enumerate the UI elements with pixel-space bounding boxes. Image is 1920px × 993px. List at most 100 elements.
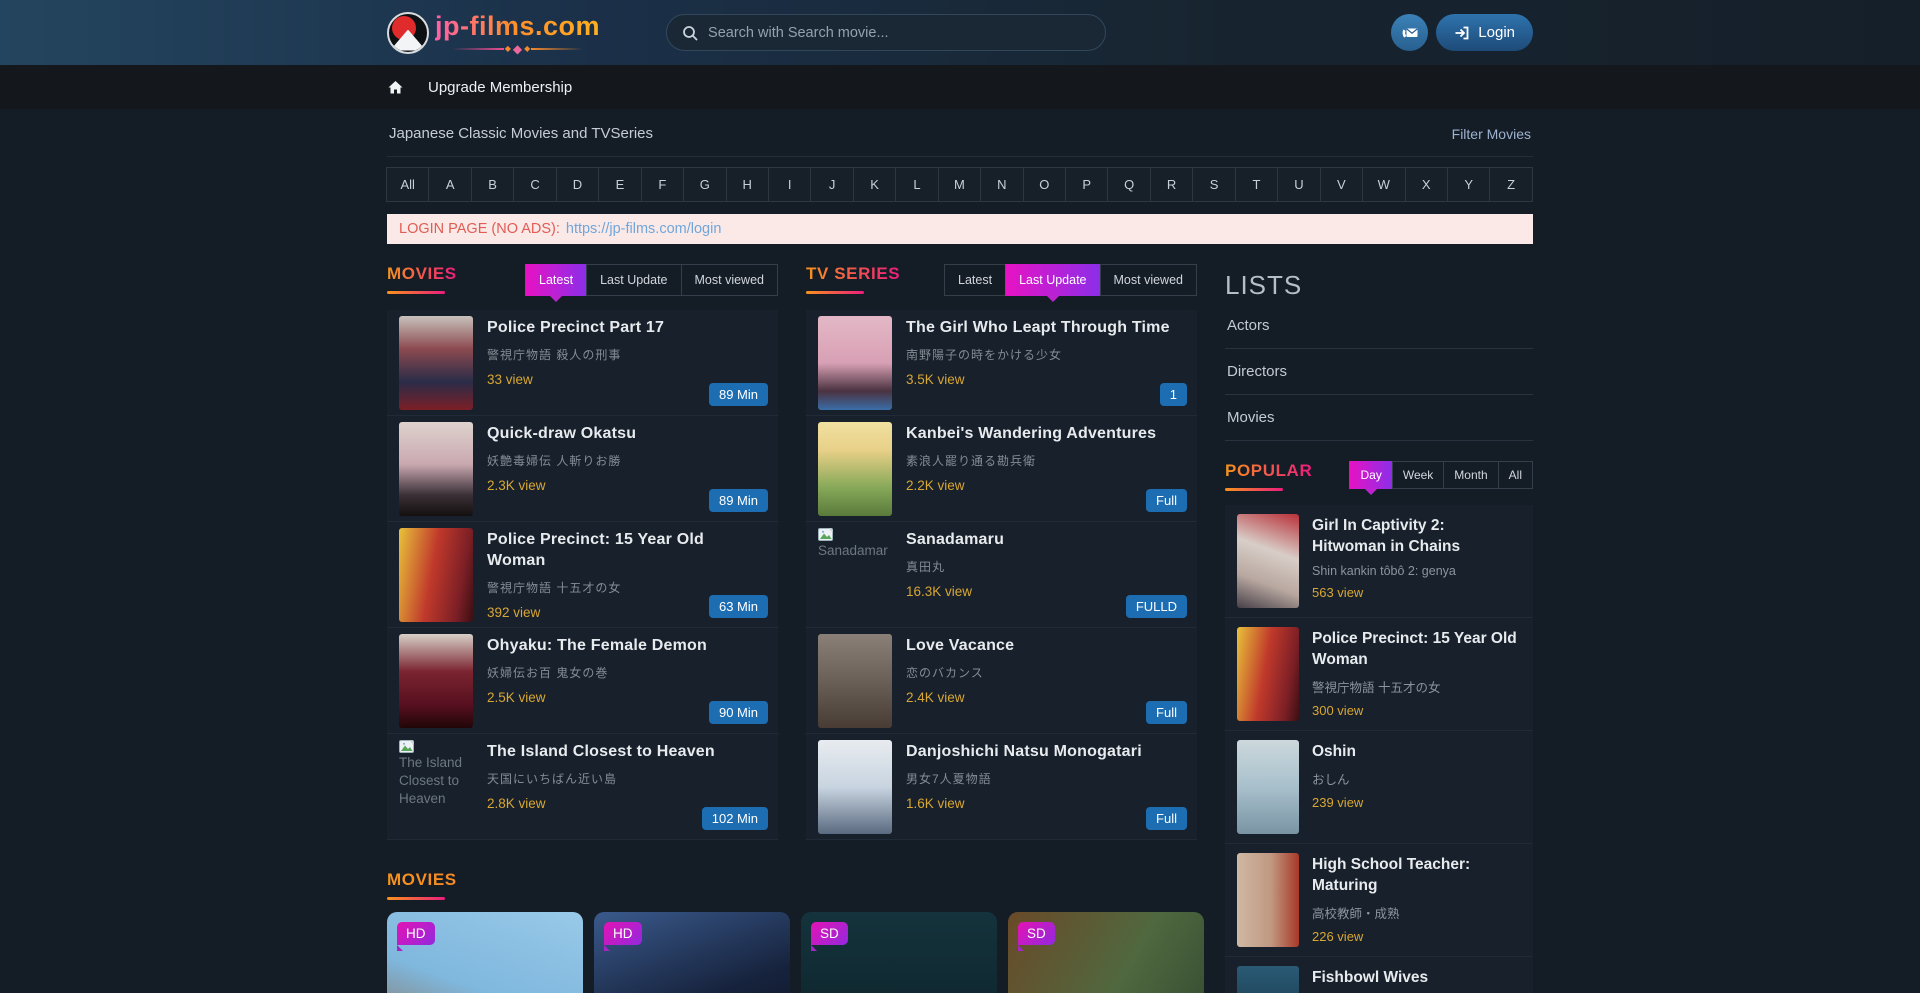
alphabet-button[interactable]: M (938, 167, 981, 202)
main-content: Japanese Classic Movies and TVSeries Fil… (0, 109, 1920, 993)
duration-badge: 89 Min (709, 383, 768, 406)
lists-menu-item[interactable]: Actors (1225, 303, 1533, 349)
alphabet-button[interactable]: Y (1447, 167, 1490, 202)
episode-badge: FULLD (1126, 595, 1187, 618)
search-bar[interactable] (666, 14, 1106, 51)
alphabet-button[interactable]: L (895, 167, 938, 202)
alphabet-button[interactable]: A (428, 167, 471, 202)
popular-tab[interactable]: All (1498, 461, 1533, 489)
movie-thumbnail[interactable]: HD (594, 912, 790, 993)
movies-list: Police Precinct Part 17 警視庁物語 殺人の刑事 33 v… (387, 310, 778, 840)
popular-item-view-count: 300 view (1312, 703, 1521, 718)
popular-list-item[interactable]: Girl In Captivity 2: Hitwoman in Chains … (1225, 505, 1533, 618)
alphabet-button[interactable]: X (1405, 167, 1448, 202)
tvseries-poster (818, 422, 892, 516)
lists-menu-item[interactable]: Movies (1225, 395, 1533, 441)
popular-section-head: POPULAR DayWeekMonthAll (1225, 461, 1533, 491)
alphabet-button[interactable]: C (513, 167, 556, 202)
episode-badge: 1 (1160, 383, 1187, 406)
tvseries-poster (818, 740, 892, 834)
login-page-link[interactable]: https://jp-films.com/login (566, 221, 722, 237)
alphabet-filter: AllABCDEFGHIJKLMNOPQRSTUVWXYZ (387, 167, 1533, 202)
alphabet-button[interactable]: U (1277, 167, 1320, 202)
alphabet-button[interactable]: G (683, 167, 726, 202)
popular-list-item[interactable]: Fishbowl Wives 金魚妻 187 view (1225, 957, 1533, 993)
quality-badge: HD (397, 922, 435, 945)
alphabet-button[interactable]: O (1023, 167, 1066, 202)
popular-list-item[interactable]: High School Teacher: Maturing 高校教師・成熟 22… (1225, 844, 1533, 957)
popular-list: Girl In Captivity 2: Hitwoman in Chains … (1225, 505, 1533, 993)
alphabet-button[interactable]: N (980, 167, 1023, 202)
header: jp-films.com ◆◆◆ (0, 0, 1920, 65)
alphabet-button[interactable]: I (768, 167, 811, 202)
alphabet-button[interactable]: E (598, 167, 641, 202)
tvseries-list-item[interactable]: Danjoshichi Natsu Monogatari 男女7人夏物語 1.6… (806, 734, 1197, 840)
movie-list-item[interactable]: Police Precinct Part 17 警視庁物語 殺人の刑事 33 v… (387, 310, 778, 416)
nav-upgrade-membership[interactable]: Upgrade Membership (428, 79, 572, 96)
movies-tab[interactable]: Last Update (586, 264, 681, 296)
login-label: Login (1478, 24, 1515, 41)
tvseries-list-item[interactable]: Love Vacance 恋のバカンス 2.4K view Full (806, 628, 1197, 734)
lists-menu-item[interactable]: Directors (1225, 349, 1533, 395)
site-logo[interactable]: jp-films.com ◆◆◆ (387, 11, 600, 55)
popular-tab[interactable]: Month (1443, 461, 1498, 489)
movie-list-item[interactable]: Ohyaku: The Female Demon 妖婦伝お百 鬼女の巻 2.5K… (387, 628, 778, 734)
tvseries-list-item[interactable]: Sanadamar Sanadamaru 真田丸 16.3K view FULL… (806, 522, 1197, 628)
tvseries-title: Danjoshichi Natsu Monogatari (906, 742, 1142, 763)
contact-button[interactable] (1391, 14, 1428, 51)
tvseries-view-count: 2.2K view (906, 478, 1156, 493)
notice-label: LOGIN PAGE (NO ADS): (399, 221, 560, 237)
tvseries-title: Love Vacance (906, 636, 1014, 657)
alphabet-button[interactable]: F (641, 167, 684, 202)
alphabet-button[interactable]: T (1235, 167, 1278, 202)
popular-item-subtitle: 警視庁物語 十五才の女 (1312, 677, 1521, 696)
popular-item-title: Fishbowl Wives (1312, 968, 1428, 989)
tvseries-poster: Sanadamar (818, 528, 892, 622)
episode-badge: Full (1146, 701, 1187, 724)
movie-view-count: 2.5K view (487, 690, 707, 705)
tvseries-poster (818, 316, 892, 410)
sidebar: LISTS ActorsDirectorsMovies POPULAR DayW… (1225, 264, 1533, 993)
alphabet-button[interactable]: H (726, 167, 769, 202)
filter-movies-link[interactable]: Filter Movies (1452, 126, 1531, 142)
movie-list-item[interactable]: Quick-draw Okatsu 妖艶毒婦伝 人斬りお勝 2.3K view … (387, 416, 778, 522)
section-underline (806, 291, 864, 294)
movie-thumbnail[interactable]: SD (801, 912, 997, 993)
alphabet-button[interactable]: W (1362, 167, 1405, 202)
popular-poster (1237, 627, 1299, 721)
alphabet-button[interactable]: P (1065, 167, 1108, 202)
alphabet-button[interactable]: Q (1107, 167, 1150, 202)
alphabet-button[interactable]: S (1192, 167, 1235, 202)
home-icon[interactable] (387, 79, 404, 95)
movie-poster (399, 528, 473, 622)
alphabet-button[interactable]: K (853, 167, 896, 202)
popular-tab[interactable]: Day (1349, 461, 1392, 489)
movie-poster (399, 634, 473, 728)
alphabet-button[interactable]: J (810, 167, 853, 202)
popular-tab[interactable]: Week (1392, 461, 1444, 489)
popular-list-item[interactable]: Oshin おしん 239 view (1225, 731, 1533, 844)
tvseries-list-item[interactable]: Kanbei's Wandering Adventures 素浪人罷り通る勘兵衛… (806, 416, 1197, 522)
movie-thumbnail[interactable]: HD (387, 912, 583, 993)
popular-list-item[interactable]: Police Precinct: 15 Year Old Woman 警視庁物語… (1225, 618, 1533, 731)
alphabet-button[interactable]: D (556, 167, 599, 202)
tvseries-tab[interactable]: Latest (944, 264, 1006, 296)
search-input[interactable] (708, 25, 1090, 41)
alphabet-button[interactable]: Z (1489, 167, 1532, 202)
duration-badge: 89 Min (709, 489, 768, 512)
alphabet-button[interactable]: All (386, 167, 429, 202)
movie-list-item[interactable]: The Island Closest to Heaven The Island … (387, 734, 778, 840)
tvseries-tab[interactable]: Most viewed (1100, 264, 1197, 296)
movies-tab[interactable]: Most viewed (681, 264, 778, 296)
tvseries-tab[interactable]: Last Update (1005, 264, 1100, 296)
alphabet-button[interactable]: B (471, 167, 514, 202)
tvseries-list-item[interactable]: The Girl Who Leapt Through Time 南野陽子の時をか… (806, 310, 1197, 416)
alphabet-button[interactable]: V (1320, 167, 1363, 202)
movies-tab[interactable]: Latest (525, 264, 587, 296)
login-button[interactable]: Login (1436, 14, 1533, 51)
movie-thumbnail[interactable]: SD (1008, 912, 1204, 993)
popular-item-view-count: 226 view (1312, 929, 1521, 944)
alphabet-button[interactable]: R (1150, 167, 1193, 202)
page-title: Japanese Classic Movies and TVSeries (389, 125, 653, 142)
movie-list-item[interactable]: Police Precinct: 15 Year Old Woman 警視庁物語… (387, 522, 778, 628)
